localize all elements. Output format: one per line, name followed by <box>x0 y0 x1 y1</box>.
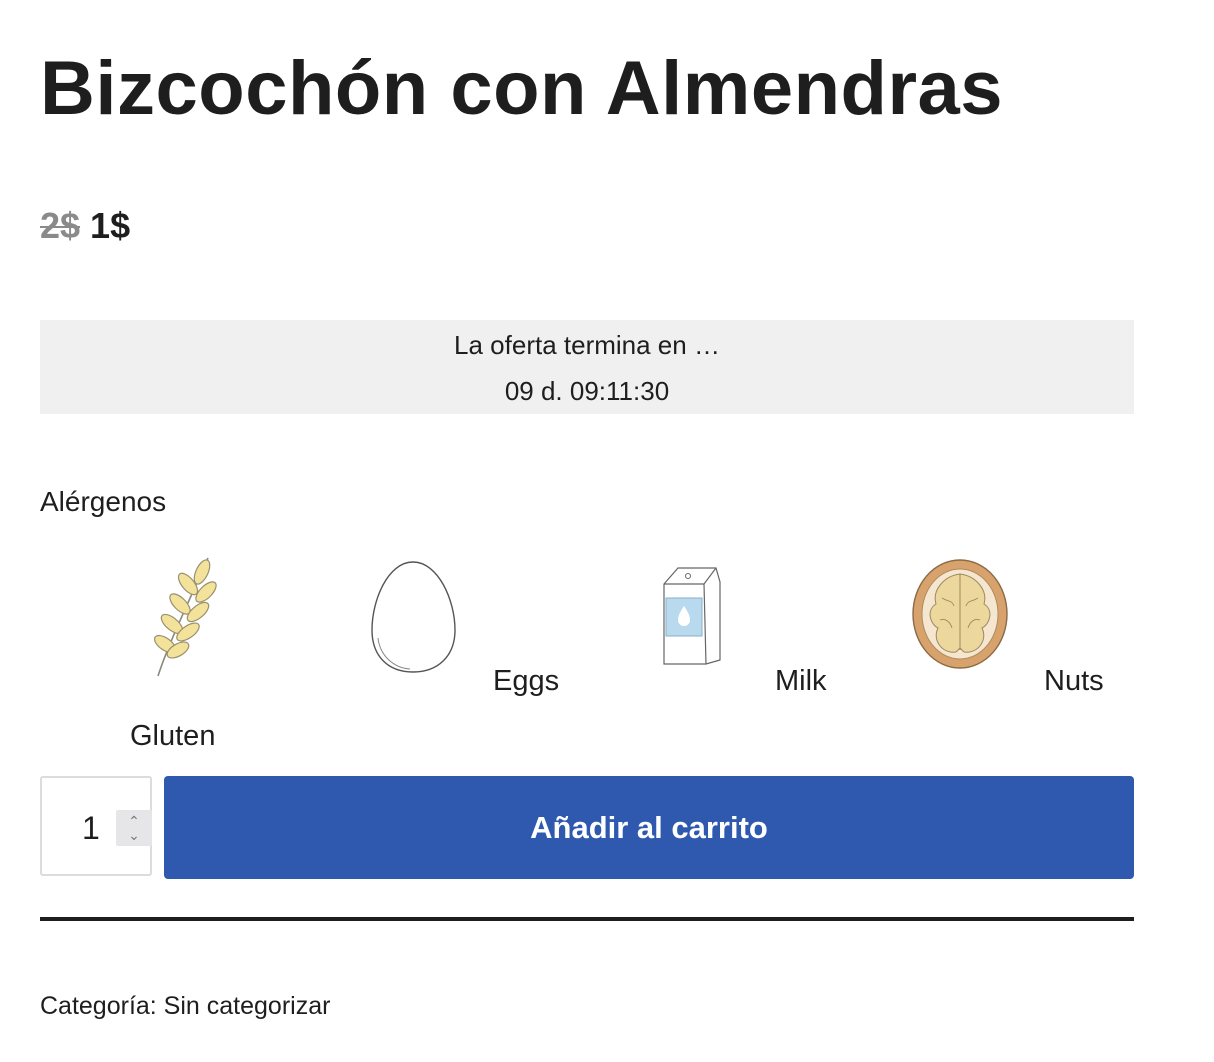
product-title: Bizcochón con Almendras <box>40 46 1004 131</box>
wheat-icon <box>153 557 217 677</box>
add-to-cart-button[interactable]: Añadir al carrito <box>164 776 1134 879</box>
egg-icon <box>371 561 456 673</box>
old-price: 2$ <box>40 205 81 246</box>
allergen-label: Gluten <box>130 720 216 752</box>
sale-price: 1$ <box>90 205 131 246</box>
quantity-spinner[interactable]: ⌃ ⌄ <box>116 810 152 846</box>
divider <box>40 917 1134 921</box>
walnut-icon <box>912 559 1008 669</box>
chevron-up-icon[interactable]: ⌃ <box>126 814 142 828</box>
allergen-label: Milk <box>775 665 827 697</box>
allergen-label: Nuts <box>1044 665 1104 697</box>
price: 2$ 1$ <box>40 204 130 248</box>
product-category: Categoría: Sin categorizar <box>40 992 331 1020</box>
chevron-down-icon[interactable]: ⌄ <box>126 828 142 842</box>
quantity-value[interactable]: 1 <box>82 810 100 846</box>
allergens-title: Alérgenos <box>40 486 167 517</box>
quantity-stepper[interactable]: 1 ⌃ ⌄ <box>40 776 152 876</box>
allergen-label: Eggs <box>493 665 560 697</box>
milk-carton-icon <box>663 567 721 665</box>
offer-label: La oferta termina en … <box>454 330 720 360</box>
offer-countdown: 09 d. 09:11:30 <box>504 376 670 406</box>
offer-countdown-box: La oferta termina en … 09 d. 09:11:30 <box>40 320 1134 414</box>
